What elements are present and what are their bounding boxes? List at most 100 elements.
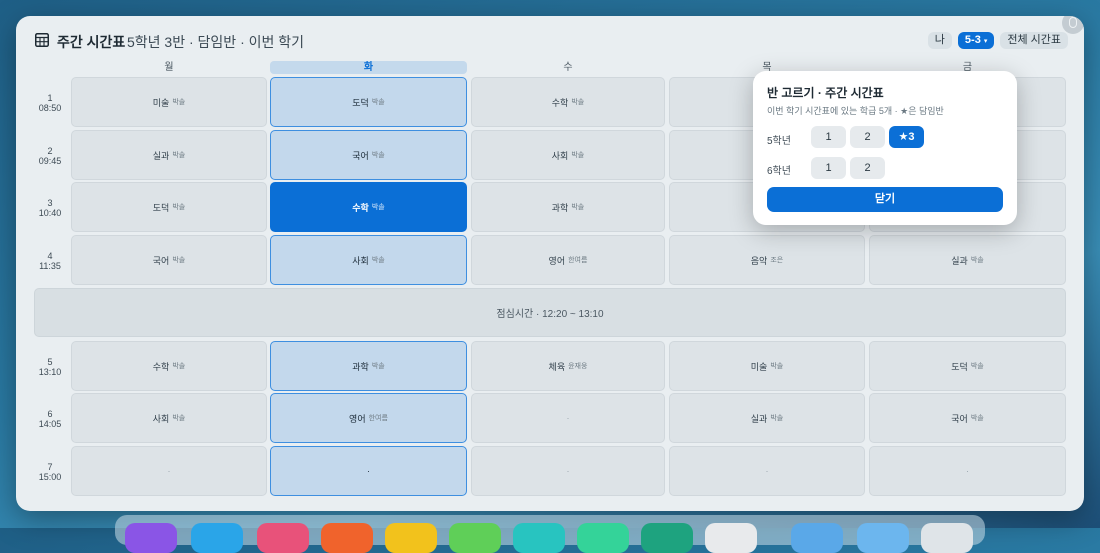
timetable-cell-thu-p7[interactable]: · xyxy=(669,446,865,496)
teacher-label: 조은 xyxy=(770,257,784,264)
period-time: 13:10 xyxy=(38,367,62,377)
teacher-label: 박솔 xyxy=(371,204,385,211)
subject-label: 사회 xyxy=(152,413,170,424)
timetable-cell-mon-p2[interactable]: 실과 박솔 xyxy=(71,130,267,180)
period-time: 10:40 xyxy=(38,208,62,218)
period-number: 1 xyxy=(47,93,53,103)
period-number: 2 xyxy=(47,146,53,156)
timetable-cell-mon-p3[interactable]: 도덕 박솔 xyxy=(71,182,267,232)
timetable-cell-fri-p6[interactable]: 국어 박솔 xyxy=(869,393,1066,443)
subject-label: 도덕 xyxy=(951,361,968,372)
subject-label: 사회 xyxy=(551,150,569,161)
teacher-label: 박솔 xyxy=(172,99,186,106)
period-number: 4 xyxy=(47,251,53,261)
class-5-1-button[interactable]: 1 xyxy=(811,126,846,148)
teacher-label: 박솔 xyxy=(371,152,385,159)
timetable-cell-mon-p6[interactable]: 사회 박솔 xyxy=(71,393,267,443)
teacher-label: 박솔 xyxy=(770,363,784,370)
all-timetable-button[interactable]: 전체 시간표 xyxy=(1000,32,1068,49)
teacher-label: 박솔 xyxy=(172,152,186,159)
teacher-label: 박솔 xyxy=(970,363,984,370)
day-header-mon: 월 xyxy=(164,62,174,73)
calendar-icon xyxy=(35,33,49,47)
subject-label: 실과 xyxy=(951,255,968,266)
timetable-cell-wed-p7[interactable]: · xyxy=(471,446,665,496)
timetable-cell-mon-p5[interactable]: 수학 박솔 xyxy=(71,341,267,391)
class-6-2-button[interactable]: 2 xyxy=(850,157,885,179)
timetable-cell-thu-p6[interactable]: 실과 박솔 xyxy=(669,393,865,443)
timetable-cell-thu-p4[interactable]: 음악 조은 xyxy=(669,235,865,285)
subject-label: · xyxy=(367,466,370,476)
subject-label: · xyxy=(966,466,969,476)
timetable-cell-mon-p1[interactable]: 미술 박솔 xyxy=(71,77,267,127)
timetable-cell-tue-p7[interactable]: · xyxy=(270,446,467,496)
period-label: 6 14:05 xyxy=(34,409,66,429)
teacher-label: 한여름 xyxy=(368,415,388,422)
period-label: 1 08:50 xyxy=(34,93,66,113)
period-time: 15:00 xyxy=(38,472,62,482)
subject-label: 영어 xyxy=(548,255,566,266)
page-title: 주간 시간표 xyxy=(57,34,126,50)
subject-label: 수학 xyxy=(152,361,170,372)
me-view-button[interactable]: 나 xyxy=(927,32,952,49)
lock-icon[interactable] xyxy=(1062,16,1084,34)
period-label: 2 09:45 xyxy=(34,146,66,166)
timetable-cell-wed-p6[interactable]: · xyxy=(471,393,665,443)
timetable-cell-fri-p7[interactable]: · xyxy=(869,446,1066,496)
period-label: 4 11:35 xyxy=(34,251,66,271)
class-5-2-button[interactable]: 2 xyxy=(850,126,885,148)
popup-subtitle: 이번 학기 시간표에 있는 학급 5개 · ★은 담임반 xyxy=(767,106,944,116)
timetable-cell-wed-p4[interactable]: 영어 한여름 xyxy=(471,235,665,285)
timetable-cell-mon-p7[interactable]: · xyxy=(71,446,267,496)
lunch-label: 점심시간 · 12:20 ~ 13:10 xyxy=(496,309,604,320)
timetable-cell-wed-p1[interactable]: 수학 박솔 xyxy=(471,77,665,127)
timetable-cell-wed-p2[interactable]: 사회 박솔 xyxy=(471,130,665,180)
subject-label: 음악 xyxy=(750,255,768,266)
timetable-cell-tue-p5[interactable]: 과학 박솔 xyxy=(270,341,467,391)
timetable-cell-mon-p4[interactable]: 국어 박솔 xyxy=(71,235,267,285)
teacher-label: 박솔 xyxy=(172,363,186,370)
teacher-label: 박솔 xyxy=(371,99,385,106)
dock xyxy=(115,515,985,553)
class-picker-popup: 반 고르기 · 주간 시간표 이번 학기 시간표에 있는 학급 5개 · ★은 … xyxy=(753,71,1017,225)
subject-label: 수학 xyxy=(352,202,369,213)
header: 주간 시간표 5학년 3반 · 담임반 · 이번 학기 나 5-3 ▾ 전체 시간… xyxy=(16,16,1084,64)
teacher-label: 박솔 xyxy=(571,152,585,159)
timetable-cell-tue-p3[interactable]: 수학 박솔 xyxy=(270,182,467,232)
subject-label: 도덕 xyxy=(352,97,369,108)
timetable-cell-fri-p4[interactable]: 실과 박솔 xyxy=(869,235,1066,285)
timetable-cell-fri-p5[interactable]: 도덕 박솔 xyxy=(869,341,1066,391)
teacher-label: 박솔 xyxy=(970,415,984,422)
timetable-cell-tue-p2[interactable]: 국어 박솔 xyxy=(270,130,467,180)
subject-label: · xyxy=(566,466,570,476)
period-time: 14:05 xyxy=(38,419,62,429)
class-6-1-button[interactable]: 1 xyxy=(811,157,846,179)
timetable-cell-tue-p6[interactable]: 영어 한여름 xyxy=(270,393,467,443)
period-number: 5 xyxy=(47,357,53,367)
period-time: 11:35 xyxy=(39,261,61,271)
timetable-cell-wed-p5[interactable]: 체육 윤재웅 xyxy=(471,341,665,391)
teacher-label: 박솔 xyxy=(172,204,186,211)
subject-label: 체육 xyxy=(548,361,566,372)
timetable-cell-tue-p4[interactable]: 사회 박솔 xyxy=(270,235,467,285)
timetable-cell-thu-p5[interactable]: 미술 박솔 xyxy=(669,341,865,391)
timetable-cell-wed-p3[interactable]: 과학 박솔 xyxy=(471,182,665,232)
subject-label: · xyxy=(566,413,570,423)
subject-label: · xyxy=(167,466,171,476)
subject-label: · xyxy=(765,466,769,476)
period-label: 7 15:00 xyxy=(34,462,66,482)
subject-label: 미술 xyxy=(152,97,170,108)
class-5-3-button[interactable]: ★3 xyxy=(889,126,924,148)
subject-label: 국어 xyxy=(951,413,968,424)
view-switcher: 나 5-3 ▾ 전체 시간표 xyxy=(927,32,1068,49)
subject-label: 실과 xyxy=(750,413,768,424)
period-label: 3 10:40 xyxy=(34,198,66,218)
period-number: 3 xyxy=(47,198,53,208)
lunch-break-row: 점심시간 · 12:20 ~ 13:10 xyxy=(34,288,1066,337)
teacher-label: 윤재웅 xyxy=(568,363,588,370)
class-picker-button[interactable]: 5-3 ▾ xyxy=(957,32,995,49)
page-subtitle: 5학년 3반 · 담임반 · 이번 학기 xyxy=(127,34,305,50)
close-button[interactable]: 닫기 xyxy=(767,187,1003,212)
timetable-cell-tue-p1[interactable]: 도덕 박솔 xyxy=(270,77,467,127)
period-label: 5 13:10 xyxy=(34,357,66,377)
